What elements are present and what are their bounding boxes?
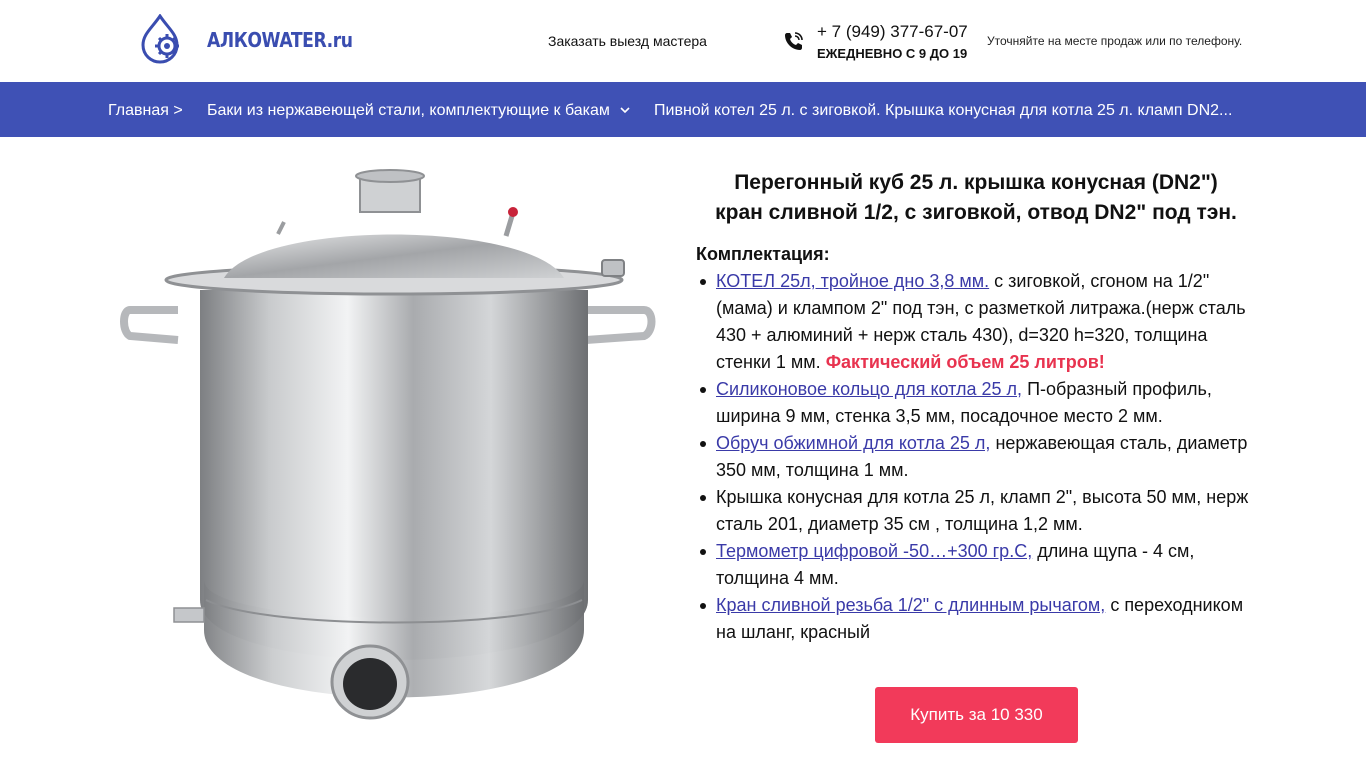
- product-title-line2: кран сливной 1/2, с зиговкой, отвод DN2"…: [715, 201, 1237, 224]
- kit-link-thermometer[interactable]: Термометр цифровой -50…+300 гр.С,: [716, 541, 1032, 561]
- phone-number[interactable]: + 7 (949) 377-67-07: [817, 22, 968, 42]
- product-title: Перегонный куб 25 л. крышка конусная (DN…: [696, 168, 1256, 228]
- breadcrumb: Главная > Баки из нержавеющей стали, ком…: [0, 82, 1366, 137]
- site-header: АЛКОWATER.ru Заказать выезд мастера + 7 …: [0, 0, 1366, 82]
- working-hours: ЕЖЕДНЕВНО С 9 ДО 19: [817, 46, 968, 61]
- list-item: Силиконовое кольцо для котла 25 л, П-обр…: [700, 376, 1256, 430]
- product-title-line1: Перегонный куб 25 л. крышка конусная (DN…: [734, 171, 1218, 194]
- volume-highlight: Фактический объем 25 литров!: [825, 352, 1105, 372]
- list-item: КОТЕЛ 25л, тройное дно 3,8 мм. с зиговко…: [700, 268, 1256, 376]
- buy-button[interactable]: Купить за 10 330: [875, 687, 1078, 743]
- kit-link-drain-valve[interactable]: Кран сливной резьба 1/2" с длинным рычаг…: [716, 595, 1105, 615]
- chevron-down-icon[interactable]: [619, 104, 631, 116]
- header-note: Уточняйте на месте продаж или по телефон…: [987, 34, 1243, 48]
- phone-icon: [785, 32, 803, 50]
- buy-button-label: Купить за 10 330: [910, 705, 1043, 724]
- kit-list: КОТЕЛ 25л, тройное дно 3,8 мм. с зиговко…: [700, 268, 1256, 646]
- kit-link-silicone-ring[interactable]: Силиконовое кольцо для котла 25 л,: [716, 379, 1022, 399]
- breadcrumb-category[interactable]: Баки из нержавеющей стали, комплектующие…: [207, 102, 610, 120]
- product-image[interactable]: [108, 160, 674, 740]
- kit-text: Крышка конусная для котла 25 л, кламп 2"…: [716, 487, 1249, 534]
- list-item: Крышка конусная для котла 25 л, кламп 2"…: [700, 484, 1256, 538]
- list-item: Обруч обжимной для котла 25 л, нержавеющ…: [700, 430, 1256, 484]
- kit-link-clamp-hoop[interactable]: Обруч обжимной для котла 25 л,: [716, 433, 990, 453]
- brand-name[interactable]: АЛКОWATER.ru: [207, 28, 353, 52]
- breadcrumb-current: Пивной котел 25 л. с зиговкой. Крышка ко…: [654, 102, 1233, 119]
- kit-heading: Комплектация:: [696, 244, 830, 264]
- kit-link-kettle[interactable]: КОТЕЛ 25л, тройное дно 3,8 мм.: [716, 271, 989, 291]
- list-item: Термометр цифровой -50…+300 гр.С, длина …: [700, 538, 1256, 592]
- breadcrumb-home[interactable]: Главная >: [108, 102, 183, 120]
- list-item: Кран сливной резьба 1/2" с длинным рычаг…: [700, 592, 1256, 646]
- order-master-link[interactable]: Заказать выезд мастера: [548, 33, 707, 49]
- logo-icon[interactable]: [138, 14, 188, 66]
